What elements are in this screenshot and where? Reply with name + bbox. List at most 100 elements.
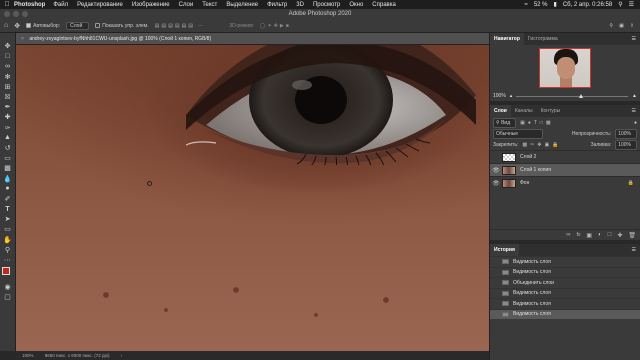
tab-navigator[interactable]: Навигатор: [490, 33, 524, 45]
menu-window[interactable]: Окно: [349, 2, 363, 8]
navigator-zoom-value[interactable]: 100%: [493, 93, 506, 99]
layer-filter-dropdown[interactable]: ⚲ Вид: [493, 117, 517, 128]
autoselect-dropdown[interactable]: Слой: [66, 21, 90, 30]
home-icon[interactable]: ⌂: [4, 22, 8, 29]
foreground-color-swatch[interactable]: [1, 267, 10, 276]
fx-icon[interactable]: fx: [577, 232, 581, 238]
menu-file[interactable]: Файл: [53, 2, 68, 8]
menu-layers[interactable]: Слои: [179, 2, 194, 8]
tab-layers[interactable]: Слои: [490, 105, 511, 117]
wifi-icon[interactable]: ≈: [525, 2, 528, 8]
minimize-window-button[interactable]: [13, 11, 19, 17]
close-icon[interactable]: ×: [21, 36, 24, 42]
layer-row[interactable]: 👁 Фон 🔒: [490, 176, 640, 189]
battery-level[interactable]: 52 %: [534, 2, 548, 8]
shape-tool-icon[interactable]: ▭: [2, 224, 14, 234]
filter-icons[interactable]: ▣●T□▩: [520, 120, 554, 126]
panel-menu-icon[interactable]: ☰: [632, 36, 636, 42]
menu-view[interactable]: Просмотр: [313, 2, 340, 8]
menu-edit[interactable]: Редактирование: [77, 2, 123, 8]
tab-history[interactable]: История: [490, 244, 519, 256]
menu-filter[interactable]: Фильтр: [267, 2, 287, 8]
menu-type[interactable]: Текст: [202, 2, 217, 8]
fill-input[interactable]: 100%: [615, 139, 637, 150]
chevron-right-icon[interactable]: ›: [121, 353, 123, 358]
eraser-tool-icon[interactable]: ▭: [2, 153, 14, 163]
zoom-in-icon[interactable]: ▲: [632, 93, 637, 99]
path-select-tool-icon[interactable]: ➤: [2, 214, 14, 224]
frame-tool-icon[interactable]: ☒: [2, 92, 14, 102]
crop-tool-icon[interactable]: ⊞: [2, 82, 14, 92]
filter-toggle-icon[interactable]: ●: [634, 120, 637, 126]
panel-menu-icon[interactable]: ☰: [632, 108, 636, 114]
share-icon[interactable]: ⇧: [630, 23, 634, 29]
battery-icon[interactable]: ▮: [554, 1, 557, 8]
zoom-level[interactable]: 100%: [22, 353, 34, 358]
move-tool-icon[interactable]: ✥: [14, 22, 20, 30]
document-tab[interactable]: × andrey-zvyagintsev-byfNhh81CWU-unsplas…: [16, 33, 489, 45]
group-icon[interactable]: □: [608, 232, 612, 238]
marquee-tool-icon[interactable]: □: [2, 51, 14, 61]
slider-knob[interactable]: [578, 93, 583, 98]
show-controls-checkbox[interactable]: Показать упр. элем.: [95, 23, 149, 29]
color-swatches[interactable]: [1, 267, 14, 280]
image-canvas[interactable]: [16, 45, 489, 351]
history-item[interactable]: Объединить слои: [490, 277, 640, 288]
panel-menu-icon[interactable]: ☰: [632, 247, 636, 253]
history-item[interactable]: Видимость слоя: [490, 287, 640, 299]
layer-name[interactable]: Слой 2: [520, 154, 536, 160]
new-layer-icon[interactable]: ✚: [617, 232, 622, 239]
link-layers-icon[interactable]: ∞: [566, 232, 570, 238]
layer-name[interactable]: Фон: [520, 180, 529, 186]
navigator-preview[interactable]: [490, 45, 640, 91]
quick-select-tool-icon[interactable]: ✻: [2, 72, 14, 82]
autoselect-checkbox[interactable]: Автовыбор:: [26, 23, 60, 29]
search-icon[interactable]: ⚲: [618, 1, 622, 8]
layer-row[interactable]: Слой 2: [490, 150, 640, 163]
blend-mode-dropdown[interactable]: Обычные: [493, 128, 543, 139]
layer-row[interactable]: 👁 Слой 1 копия: [490, 163, 640, 176]
clock[interactable]: Сб, 2 апр. 0:26:58: [563, 2, 612, 8]
menu-app-name[interactable]: Photoshop: [14, 2, 45, 8]
brush-tool-icon[interactable]: ✑: [2, 123, 14, 133]
quick-mask-icon[interactable]: ◉: [2, 282, 14, 292]
workspace-icon[interactable]: ▣: [619, 23, 624, 29]
more-tools-icon[interactable]: ⋯: [2, 255, 14, 265]
adjustment-layer-icon[interactable]: ◐: [598, 232, 602, 238]
zoom-out-icon[interactable]: ▴: [510, 93, 513, 99]
search-icon[interactable]: ⚲: [609, 23, 613, 29]
history-item[interactable]: Видимость слоя: [490, 266, 640, 278]
menu-select[interactable]: Выделение: [226, 2, 258, 8]
move-tool-icon[interactable]: ✥: [2, 41, 14, 51]
layer-name[interactable]: Слой 1 копия: [520, 167, 551, 173]
3d-mode-icons[interactable]: ◯✦✥▶■: [260, 23, 291, 29]
hand-tool-icon[interactable]: ✋: [2, 235, 14, 245]
align-icons[interactable]: ▤▤▤▤▤▤ ⋯: [155, 23, 206, 29]
close-window-button[interactable]: [4, 11, 10, 17]
lock-icons[interactable]: ▩✑✥▣🔒: [522, 142, 561, 148]
history-item-current[interactable]: Видимость слоя: [490, 308, 640, 319]
trash-icon[interactable]: 🗑: [628, 232, 636, 239]
healing-brush-tool-icon[interactable]: ✚: [2, 112, 14, 122]
dodge-tool-icon[interactable]: ●: [2, 184, 14, 194]
type-tool-icon[interactable]: T: [2, 204, 14, 214]
history-brush-tool-icon[interactable]: ↺: [2, 143, 14, 153]
eyedropper-tool-icon[interactable]: ✒: [2, 102, 14, 112]
lasso-tool-icon[interactable]: ∞: [2, 61, 14, 71]
pen-tool-icon[interactable]: ✐: [2, 194, 14, 204]
tab-paths[interactable]: Контуры: [537, 105, 565, 117]
menu-list-icon[interactable]: ☰: [629, 1, 634, 8]
zoom-tool-icon[interactable]: ⚲: [2, 245, 14, 255]
apple-icon[interactable]: : [0, 1, 14, 8]
blur-tool-icon[interactable]: 💧: [2, 173, 14, 183]
tab-histogram[interactable]: Гистограмма: [524, 33, 562, 45]
add-mask-icon[interactable]: ▣: [586, 232, 592, 239]
zoom-window-button[interactable]: [22, 11, 28, 17]
menu-3d[interactable]: 3D: [296, 2, 304, 8]
clone-stamp-tool-icon[interactable]: ▲: [2, 133, 14, 143]
history-item[interactable]: Видимость слоя: [490, 298, 640, 309]
eye-icon[interactable]: 👁: [490, 180, 502, 187]
tab-channels[interactable]: Каналы: [511, 105, 537, 117]
screen-mode-icon[interactable]: ▢: [2, 292, 14, 302]
menu-image[interactable]: Изображение: [132, 2, 170, 8]
